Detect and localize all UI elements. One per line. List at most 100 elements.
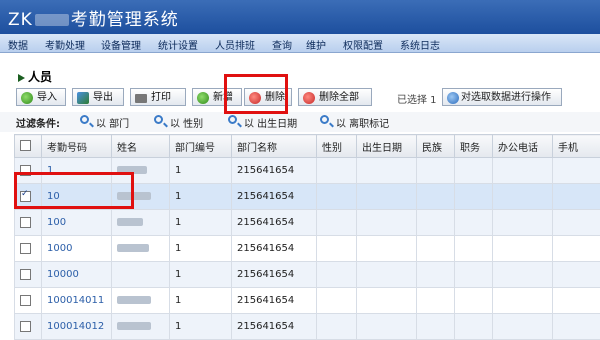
empty-cell — [317, 314, 357, 340]
attendance-id-cell[interactable]: 100 — [42, 210, 112, 236]
menu-query[interactable]: 查询 — [272, 37, 292, 52]
col-header[interactable]: 部门名称 — [232, 135, 317, 158]
col-header[interactable]: 考勤号码 — [42, 135, 112, 158]
checkbox-highlight-box — [14, 172, 134, 209]
export-icon — [77, 92, 89, 104]
dept-no-cell: 1 — [170, 288, 232, 314]
menu-permission[interactable]: 权限配置 — [343, 37, 383, 52]
col-header[interactable]: 性别 — [317, 135, 357, 158]
empty-cell — [553, 314, 600, 340]
menu-stats[interactable]: 统计设置 — [158, 37, 198, 52]
col-header[interactable]: 部门编号 — [170, 135, 232, 158]
col-header[interactable]: 民族 — [417, 135, 455, 158]
name-cell — [112, 262, 170, 288]
import-button[interactable]: 导入 — [16, 88, 66, 106]
filter-label: 过滤条件: — [16, 115, 60, 130]
row-checkbox[interactable] — [20, 295, 31, 306]
table-row[interactable]: 1000 1215641654 — [15, 236, 600, 262]
dept-no-cell: 1 — [170, 236, 232, 262]
table-row[interactable]: 1001215641654 — [15, 210, 600, 236]
empty-cell — [493, 184, 553, 210]
col-header[interactable]: 手机 — [553, 135, 600, 158]
attendance-id-cell[interactable]: 1000 — [42, 236, 112, 262]
redacted-name — [117, 244, 149, 252]
filter-gender-label: 以 性别 — [170, 119, 203, 130]
empty-cell — [417, 158, 455, 184]
section-title: 人员 — [18, 68, 52, 85]
table-header-row: 考勤号码 姓名 部门编号 部门名称 性别 出生日期 民族 职务 办公电话 手机 — [15, 135, 600, 158]
table-row[interactable]: 100001215641654 — [15, 262, 600, 288]
title-bar: ZK考勤管理系统 — [0, 0, 600, 34]
row-select-cell[interactable] — [15, 262, 42, 288]
filter-by-department[interactable]: 以 部门 — [80, 115, 129, 130]
empty-cell — [357, 184, 417, 210]
empty-cell — [357, 314, 417, 340]
empty-cell — [357, 158, 417, 184]
import-label: 导入 — [37, 92, 57, 103]
menu-device[interactable]: 设备管理 — [101, 37, 141, 52]
empty-cell — [455, 314, 493, 340]
filter-resignation-label: 以 离职标记 — [336, 119, 389, 130]
app-title-suffix: 考勤管理系统 — [71, 10, 179, 30]
col-header[interactable]: 出生日期 — [357, 135, 417, 158]
row-checkbox[interactable] — [20, 243, 31, 254]
empty-cell — [357, 210, 417, 236]
empty-cell — [455, 158, 493, 184]
dept-name-cell: 215641654 — [232, 236, 317, 262]
select-all-header[interactable] — [15, 135, 42, 158]
delete-all-label: 删除全部 — [319, 92, 359, 103]
select-all-checkbox[interactable] — [20, 140, 31, 151]
menu-data[interactable]: 数据 — [8, 37, 28, 52]
toolbar: 导入 导出 打印 新增 删除 删除全部 已选择 1 对选取数据进行操作 — [14, 86, 600, 110]
table-row[interactable]: 1000140121215641654 — [15, 314, 600, 340]
col-header[interactable]: 办公电话 — [493, 135, 553, 158]
selection-action-button[interactable]: 对选取数据进行操作 — [442, 88, 562, 106]
row-select-cell[interactable] — [15, 288, 42, 314]
row-select-cell[interactable] — [15, 236, 42, 262]
empty-cell — [493, 288, 553, 314]
attendance-id-cell[interactable]: 100014012 — [42, 314, 112, 340]
col-header[interactable]: 职务 — [455, 135, 493, 158]
dept-no-cell: 1 — [170, 262, 232, 288]
flag-icon — [18, 74, 25, 82]
delete-highlight-box — [224, 74, 288, 114]
empty-cell — [493, 210, 553, 236]
row-select-cell[interactable] — [15, 210, 42, 236]
menu-schedule[interactable]: 人员排班 — [215, 37, 255, 52]
empty-cell — [493, 262, 553, 288]
empty-cell — [357, 236, 417, 262]
row-checkbox[interactable] — [20, 321, 31, 332]
attendance-id-cell[interactable]: 10000 — [42, 262, 112, 288]
empty-cell — [553, 158, 600, 184]
export-button[interactable]: 导出 — [72, 88, 124, 106]
filter-by-gender[interactable]: 以 性别 — [154, 115, 203, 130]
empty-cell — [553, 210, 600, 236]
menu-syslog[interactable]: 系统日志 — [400, 37, 440, 52]
menu-attendance[interactable]: 考勤处理 — [45, 37, 85, 52]
filter-by-resignation[interactable]: 以 离职标记 — [320, 115, 389, 130]
empty-cell — [455, 262, 493, 288]
filter-by-birthdate[interactable]: 以 出生日期 — [228, 115, 297, 130]
dept-name-cell: 215641654 — [232, 314, 317, 340]
attendance-id-cell[interactable]: 100014011 — [42, 288, 112, 314]
empty-cell — [553, 184, 600, 210]
redacted-name — [117, 322, 151, 330]
export-label: 导出 — [93, 92, 113, 103]
empty-cell — [317, 288, 357, 314]
empty-cell — [417, 262, 455, 288]
empty-cell — [417, 236, 455, 262]
print-button[interactable]: 打印 — [130, 88, 186, 106]
dept-no-cell: 1 — [170, 184, 232, 210]
table-row[interactable]: 1000140111215641654 — [15, 288, 600, 314]
empty-cell — [357, 288, 417, 314]
col-header[interactable]: 姓名 — [112, 135, 170, 158]
row-checkbox[interactable] — [20, 217, 31, 228]
row-select-cell[interactable] — [15, 314, 42, 340]
dept-no-cell: 1 — [170, 210, 232, 236]
row-checkbox[interactable] — [20, 269, 31, 280]
delete-all-button[interactable]: 删除全部 — [298, 88, 372, 106]
filter-bar: 过滤条件: 以 部门 以 性别 以 出生日期 以 离职标记 — [0, 112, 600, 132]
empty-cell — [417, 184, 455, 210]
section-title-text: 人员 — [28, 70, 52, 84]
menu-maintain[interactable]: 维护 — [306, 37, 326, 52]
